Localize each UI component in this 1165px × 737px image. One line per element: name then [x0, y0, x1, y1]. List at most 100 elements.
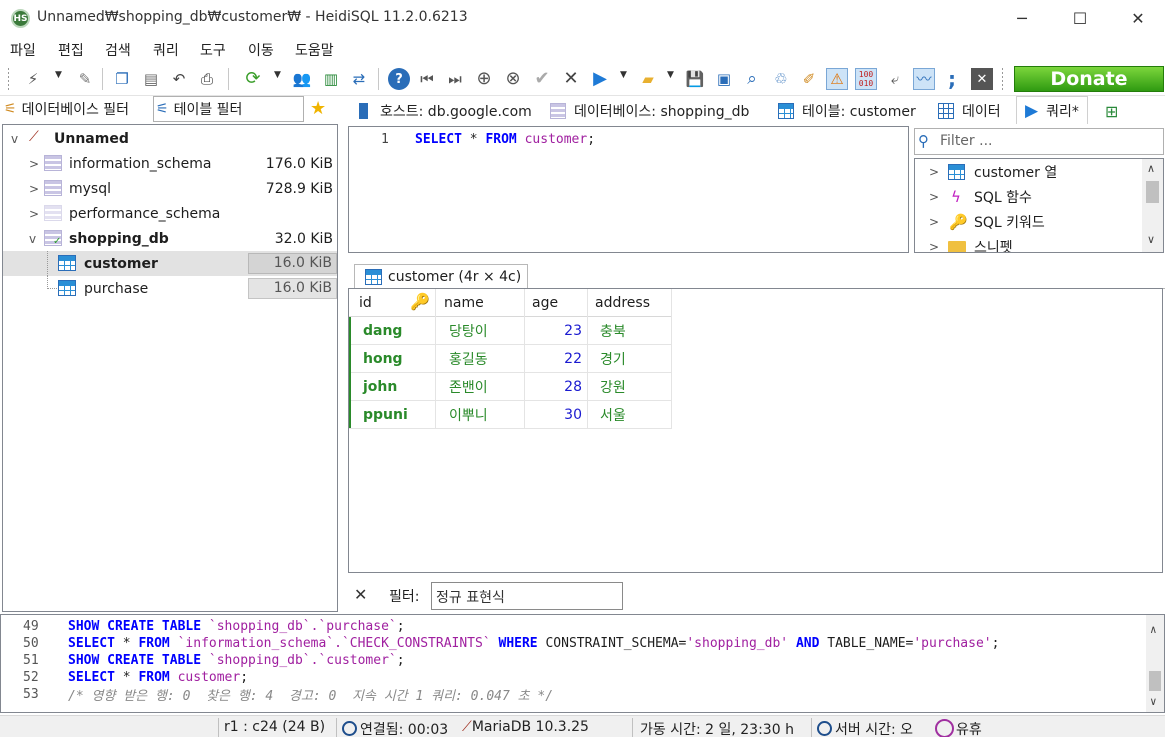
connect-icon[interactable]: ⚡: [22, 68, 44, 90]
cell-name[interactable]: 홍길동: [449, 345, 488, 372]
donate-button[interactable]: Donate: [1014, 66, 1164, 92]
expand-arrow-icon[interactable]: >: [929, 190, 939, 204]
menu-edit[interactable]: 편집: [58, 40, 84, 60]
tree-item-customer[interactable]: customer 16.0 KiB: [3, 251, 337, 276]
close-window-button[interactable]: ✕: [1109, 0, 1165, 36]
replace-icon[interactable]: ♲: [770, 68, 792, 90]
expand-arrow-icon[interactable]: >: [29, 182, 39, 196]
menu-navigate[interactable]: 이동: [248, 40, 274, 60]
cell-age[interactable]: 30: [535, 401, 582, 428]
tree-item-performance-schema[interactable]: > performance_schema: [3, 201, 337, 226]
dropdown-arrow-icon[interactable]: ▼: [620, 70, 627, 80]
table-row[interactable]: ppuni 이뿌니 30 서울: [349, 401, 672, 428]
clear-icon[interactable]: ✐: [798, 68, 820, 90]
heidisql-app-icon[interactable]: HS: [11, 9, 30, 28]
cell-address[interactable]: 강원: [600, 373, 626, 400]
transfer-icon[interactable]: ⇄: [348, 68, 370, 90]
paste-icon[interactable]: ▤: [140, 68, 162, 90]
cell-name[interactable]: 이뿌니: [449, 401, 488, 428]
table-row[interactable]: john 존밴이 28 강원: [349, 373, 672, 400]
expand-arrow-icon[interactable]: >: [29, 207, 39, 221]
expand-arrow-icon[interactable]: >: [929, 165, 939, 179]
delete-record-icon[interactable]: ⊗: [502, 68, 524, 90]
tree-item-shopping-db[interactable]: v ✓ shopping_db 32.0 KiB: [3, 226, 337, 251]
cancel-icon[interactable]: ✕: [560, 68, 582, 90]
log-scrollbar[interactable]: ∧ ∨: [1146, 615, 1164, 712]
database-filter[interactable]: ⚟ 데이터베이스 필터: [2, 96, 153, 122]
cell-id[interactable]: john: [363, 373, 397, 400]
favorites-star-icon[interactable]: ★: [310, 98, 326, 119]
scroll-down-icon[interactable]: ∨: [1147, 233, 1155, 246]
tab-database[interactable]: 데이터베이스: shopping_db: [550, 98, 749, 124]
cell-name[interactable]: 존밴이: [449, 373, 488, 400]
collapse-arrow-icon[interactable]: v: [29, 232, 36, 246]
cell-address[interactable]: 충북: [600, 317, 626, 344]
menu-help[interactable]: 도움말: [295, 40, 334, 60]
menu-query[interactable]: 쿼리: [153, 40, 179, 60]
copy-icon[interactable]: ❐: [111, 68, 133, 90]
cell-age[interactable]: 22: [535, 345, 582, 372]
first-record-icon[interactable]: ⏮: [416, 68, 438, 90]
print-icon[interactable]: ⎙: [196, 68, 218, 90]
save-icon[interactable]: 💾: [684, 68, 706, 90]
filter-input[interactable]: 정규 표현식: [431, 582, 623, 610]
menu-tools[interactable]: 도구: [200, 40, 226, 60]
cell-age[interactable]: 23: [535, 317, 582, 344]
scroll-up-icon[interactable]: ∧: [1147, 162, 1155, 175]
menu-search[interactable]: 검색: [105, 40, 131, 60]
table-row[interactable]: dang 당탕이 23 충북: [349, 317, 672, 344]
cell-id[interactable]: dang: [363, 317, 402, 344]
dropdown-arrow-icon[interactable]: ▼: [55, 70, 62, 80]
editor-line-1[interactable]: SELECT * FROM customer;: [415, 132, 595, 147]
column-header-age[interactable]: age: [532, 289, 558, 316]
dropdown-arrow-icon[interactable]: ▼: [274, 70, 281, 80]
column-header-name[interactable]: name: [444, 289, 484, 316]
run-query-icon[interactable]: ▶: [589, 68, 611, 90]
cell-address[interactable]: 서울: [600, 401, 626, 428]
result-tab[interactable]: customer (4r × 4c): [354, 264, 528, 289]
help-icon[interactable]: ?: [388, 68, 410, 90]
add-record-icon[interactable]: ⊕: [473, 68, 495, 90]
collapse-arrow-icon[interactable]: v: [11, 132, 18, 146]
maximize-button[interactable]: ☐: [1051, 0, 1109, 36]
tab-table[interactable]: 테이블: customer: [778, 98, 916, 124]
scroll-up-icon[interactable]: ∧: [1150, 623, 1157, 636]
open-folder-icon[interactable]: ▰: [637, 68, 659, 90]
cell-address[interactable]: 경기: [600, 345, 626, 372]
table-filter[interactable]: ⚟ 테이블 필터: [153, 96, 304, 122]
cell-name[interactable]: 당탕이: [449, 317, 488, 344]
tree-root-unnamed[interactable]: v ⟋ Unnamed: [3, 126, 337, 151]
wrap-icon[interactable]: ⤶: [884, 68, 906, 90]
tab-query[interactable]: ▶ 쿼리*: [1016, 96, 1088, 124]
scrollbar-thumb[interactable]: [1146, 181, 1159, 203]
refresh-icon[interactable]: ⟳: [242, 68, 264, 90]
export-icon[interactable]: ▥: [320, 68, 342, 90]
close-tab-icon[interactable]: ✕: [971, 68, 993, 90]
warning-icon[interactable]: ⚠: [826, 68, 848, 90]
scrollbar-thumb[interactable]: [1149, 671, 1161, 691]
helper-filter[interactable]: ⚲ Filter ...: [914, 128, 1164, 155]
last-record-icon[interactable]: ⏭: [444, 68, 466, 90]
expand-arrow-icon[interactable]: >: [929, 215, 939, 229]
tree-item-mysql[interactable]: > mysql 728.9 KiB: [3, 176, 337, 201]
tree-item-information-schema[interactable]: > information_schema 176.0 KiB: [3, 151, 337, 176]
sql-editor[interactable]: 1 SELECT * FROM customer;: [348, 126, 909, 253]
expand-arrow-icon[interactable]: >: [29, 157, 39, 171]
dropdown-arrow-icon[interactable]: ▼: [667, 70, 674, 80]
tree-item-purchase[interactable]: purchase 16.0 KiB: [3, 276, 337, 301]
column-header-id[interactable]: id: [359, 289, 372, 316]
scroll-down-icon[interactable]: ∨: [1150, 695, 1157, 708]
undo-icon[interactable]: ↶: [168, 68, 190, 90]
save-as-icon[interactable]: ▣: [713, 68, 735, 90]
helper-scrollbar[interactable]: ∧ ∨: [1142, 159, 1163, 252]
tab-data[interactable]: 데이터: [938, 98, 1001, 124]
semicolon-icon[interactable]: ;: [941, 68, 963, 90]
cell-age[interactable]: 28: [535, 373, 582, 400]
minimize-button[interactable]: ─: [993, 0, 1051, 36]
table-row[interactable]: hong 홍길동 22 경기: [349, 345, 672, 372]
find-icon[interactable]: ⌕: [741, 68, 763, 90]
sql-log[interactable]: 49 SHOW CREATE TABLE `shopping_db`.`purch…: [0, 614, 1165, 713]
disconnect-icon[interactable]: ✎: [74, 68, 96, 90]
close-filter-button[interactable]: ✕: [354, 585, 367, 604]
post-icon[interactable]: ✔: [531, 68, 553, 90]
